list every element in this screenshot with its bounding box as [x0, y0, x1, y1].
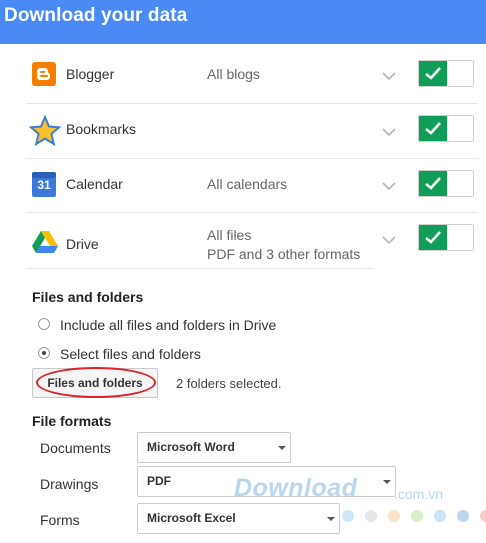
service-detail: All files — [207, 227, 252, 243]
select-caret-icon — [383, 480, 391, 484]
files-and-folders-button[interactable]: Files and folders — [32, 368, 158, 398]
chevron-down-icon[interactable] — [380, 125, 398, 137]
radio-selected-dot — [42, 351, 46, 355]
toggle-on-state — [419, 225, 447, 250]
select-value: Microsoft Word — [147, 440, 235, 454]
watermark-dot — [434, 510, 446, 522]
toggle-on-state — [419, 171, 447, 196]
toggle-knob — [447, 61, 473, 86]
page-header: Download your data — [0, 0, 486, 44]
chevron-down-icon[interactable] — [380, 179, 398, 191]
service-detail: All calendars — [207, 176, 288, 192]
chevron-down-icon[interactable] — [380, 69, 398, 81]
file-formats-title: File formats — [32, 413, 112, 429]
watermark-dot — [365, 510, 377, 522]
drive-icon — [32, 231, 58, 259]
calendar-day-number: 31 — [37, 178, 51, 192]
toggle-knob — [447, 225, 473, 250]
bookmarks-star-icon — [28, 114, 62, 152]
select-caret-icon — [278, 446, 286, 450]
service-toggle[interactable] — [418, 60, 474, 87]
toggle-knob — [447, 116, 473, 141]
radio-select-files[interactable] — [38, 347, 50, 359]
toggle-knob — [447, 171, 473, 196]
service-name: Blogger — [66, 66, 115, 82]
documents-format-select[interactable]: Microsoft Word — [137, 432, 291, 463]
select-value: PDF — [147, 474, 171, 488]
service-name: Drive — [66, 236, 99, 252]
service-toggle[interactable] — [418, 170, 474, 197]
check-icon — [425, 122, 441, 135]
watermark-logo: Download — [234, 474, 358, 502]
files-folders-title: Files and folders — [32, 289, 144, 305]
service-detail: All blogs — [207, 66, 260, 82]
service-row-bookmarks: Bookmarks — [26, 104, 486, 158]
selected-count-text: 2 folders selected. — [176, 376, 282, 391]
service-toggle[interactable] — [418, 115, 474, 142]
toggle-on-state — [419, 116, 447, 141]
format-label-drawings: Drawings — [40, 476, 99, 492]
chevron-down-icon[interactable] — [380, 233, 398, 245]
toggle-on-state — [419, 61, 447, 86]
watermark-dot — [342, 510, 354, 522]
watermark-dot — [480, 510, 486, 522]
watermark-dot — [457, 510, 469, 522]
forms-format-select[interactable]: Microsoft Excel — [137, 503, 340, 534]
watermark-dot — [388, 510, 400, 522]
page-title: Download your data — [4, 5, 188, 26]
service-toggle[interactable] — [418, 224, 474, 251]
radio-label-select-files: Select files and folders — [60, 346, 201, 362]
select-value: Microsoft Excel — [147, 511, 236, 525]
blogger-icon — [32, 62, 56, 91]
service-detail-secondary: PDF and 3 other formats — [207, 246, 361, 262]
radio-label-include-all: Include all files and folders in Drive — [60, 317, 277, 333]
service-row-drive: Drive All files PDF and 3 other formats — [26, 213, 486, 269]
service-name: Calendar — [66, 176, 123, 192]
check-icon — [425, 67, 441, 80]
check-icon — [425, 231, 441, 244]
watermark-dot — [411, 510, 423, 522]
check-icon — [425, 177, 441, 190]
service-row-blogger: Blogger All blogs — [26, 47, 486, 103]
radio-include-all[interactable] — [38, 318, 50, 330]
service-name: Bookmarks — [66, 121, 137, 137]
watermark-domain: .com.vn — [394, 486, 444, 502]
service-row-calendar: 31 Calendar All calendars — [26, 159, 486, 212]
format-label-forms: Forms — [40, 512, 80, 528]
row-divider — [26, 268, 374, 269]
format-label-documents: Documents — [40, 440, 111, 456]
select-caret-icon — [327, 517, 335, 521]
